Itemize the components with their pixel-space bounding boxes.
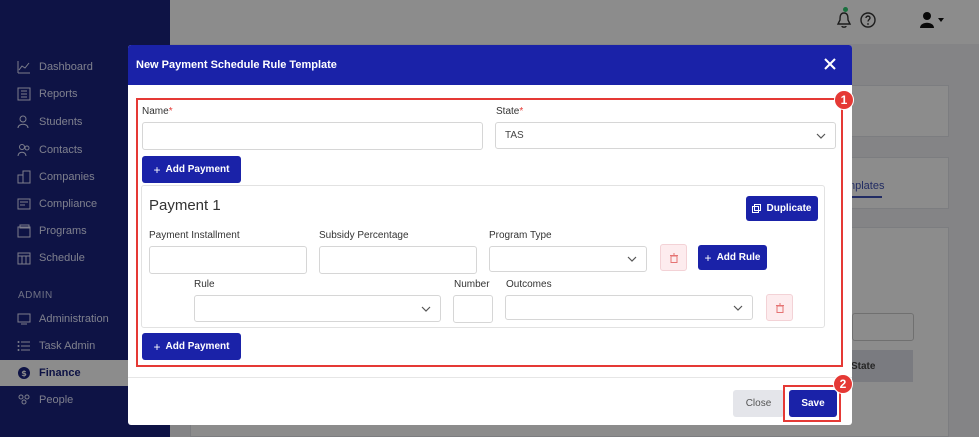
modal-header: New Payment Schedule Rule Template xyxy=(128,45,852,85)
close-icon[interactable] xyxy=(822,56,838,72)
annotation-box-2 xyxy=(783,385,841,422)
modal-title: New Payment Schedule Rule Template xyxy=(136,59,337,71)
close-button[interactable]: Close xyxy=(733,390,784,417)
footer-divider xyxy=(128,377,852,378)
annotation-box-1 xyxy=(136,98,843,367)
annotation-badge-2: 2 xyxy=(833,374,853,394)
annotation-badge-1: 1 xyxy=(834,90,854,110)
